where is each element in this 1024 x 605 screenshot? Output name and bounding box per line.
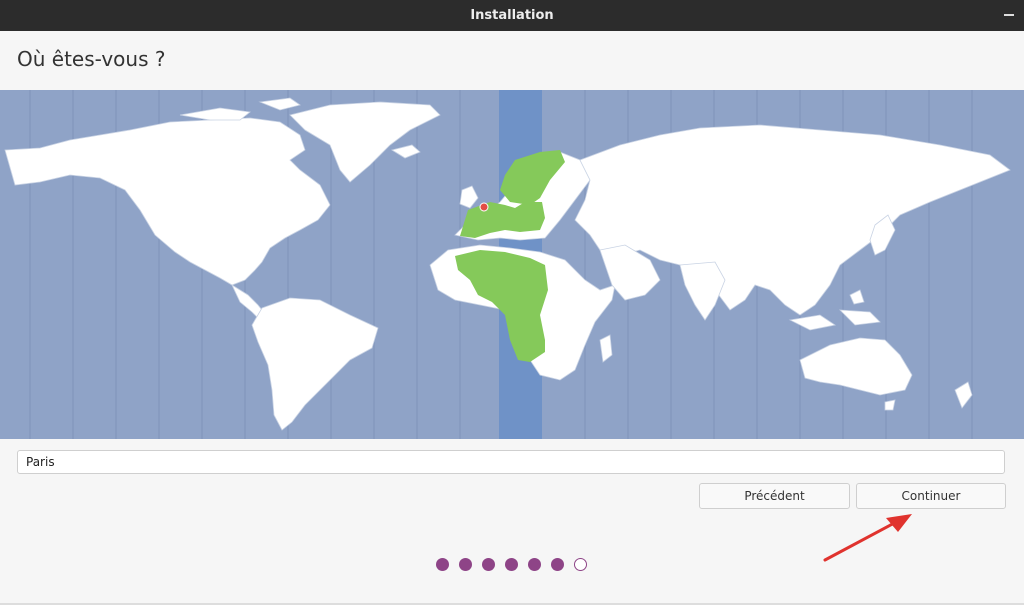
window-title: Installation [470, 8, 554, 23]
progress-dot [528, 558, 541, 571]
progress-dot [551, 558, 564, 571]
timezone-map[interactable] [0, 90, 1024, 439]
progress-dot [505, 558, 518, 571]
progress-dot-current [574, 558, 587, 571]
back-button[interactable]: Précédent [699, 483, 850, 509]
continue-button[interactable]: Continuer [856, 483, 1006, 509]
progress-indicator [436, 558, 587, 571]
progress-dot [459, 558, 472, 571]
title-bar: Installation [0, 0, 1024, 31]
page-title: Où êtes-vous ? [17, 47, 166, 71]
progress-dot [436, 558, 449, 571]
progress-dot [482, 558, 495, 571]
city-input[interactable] [17, 450, 1005, 474]
location-pin-icon [479, 202, 489, 212]
minimize-icon[interactable] [1004, 14, 1014, 16]
